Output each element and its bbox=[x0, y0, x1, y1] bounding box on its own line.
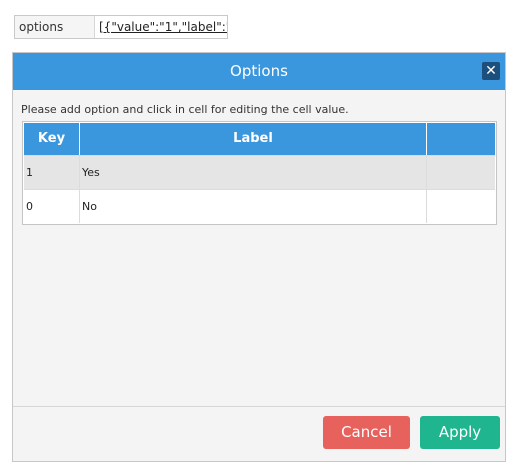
cell-label[interactable]: Yes bbox=[80, 156, 427, 189]
dialog-header: Options ✕ bbox=[13, 53, 505, 90]
property-name: options bbox=[15, 16, 95, 38]
grid-header-row: Key Label bbox=[24, 123, 495, 155]
apply-button[interactable]: Apply bbox=[420, 416, 500, 449]
options-dialog: Options ✕ Please add option and click in… bbox=[12, 52, 506, 462]
column-header-extra bbox=[427, 123, 495, 155]
close-icon[interactable]: ✕ bbox=[482, 62, 500, 80]
column-header-label[interactable]: Label bbox=[80, 123, 427, 155]
cancel-button[interactable]: Cancel bbox=[323, 416, 410, 449]
column-header-key[interactable]: Key bbox=[24, 123, 80, 155]
table-row[interactable]: 0 No bbox=[24, 189, 495, 223]
property-value-link[interactable]: [{"value":"1","label":"Yes bbox=[95, 16, 227, 38]
cell-key[interactable]: 0 bbox=[24, 190, 80, 223]
dialog-footer: Cancel Apply bbox=[13, 406, 505, 461]
options-property-row: options [{"value":"1","label":"Yes bbox=[14, 15, 228, 39]
dialog-hint: Please add option and click in cell for … bbox=[21, 103, 349, 116]
table-row[interactable]: 1 Yes bbox=[24, 155, 495, 189]
cell-key[interactable]: 1 bbox=[24, 156, 80, 189]
cell-extra[interactable] bbox=[427, 156, 495, 189]
options-grid: Key Label 1 Yes 0 No bbox=[22, 121, 497, 225]
cell-extra[interactable] bbox=[427, 190, 495, 223]
cell-label[interactable]: No bbox=[80, 190, 427, 223]
dialog-title: Options bbox=[230, 62, 288, 80]
